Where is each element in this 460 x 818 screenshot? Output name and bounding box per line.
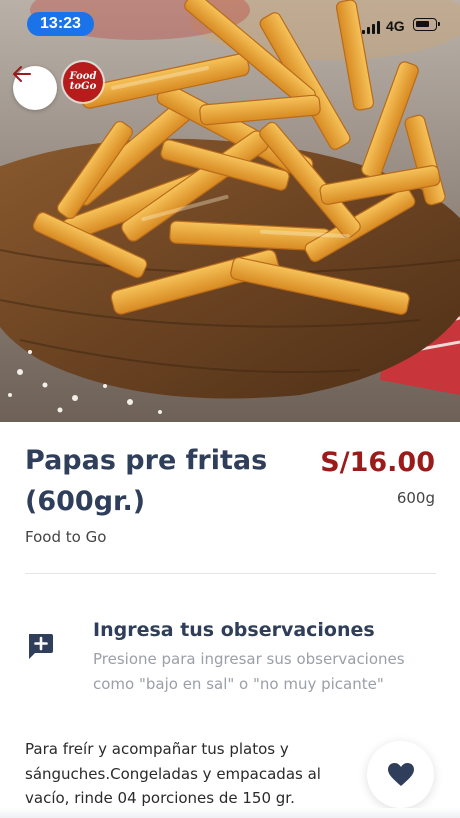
product-price: S/16.00 xyxy=(320,447,435,478)
battery-icon xyxy=(413,18,440,31)
product-brand: Food to Go xyxy=(25,528,107,546)
product-title: Papas pre fritas (600gr.) xyxy=(25,445,268,517)
product-photo: 13:23 4G Food toGo xyxy=(0,0,460,422)
divider xyxy=(25,573,436,574)
signal-icon xyxy=(362,20,382,34)
add-comment-icon xyxy=(29,634,53,659)
observations-title: Ingresa tus observaciones xyxy=(93,619,375,641)
back-button[interactable] xyxy=(13,66,57,110)
network-type: 4G xyxy=(386,18,405,34)
heart-icon xyxy=(387,763,414,786)
status-time: 13:23 xyxy=(27,12,94,36)
product-weight: 600g xyxy=(396,489,435,507)
arrow-left-icon xyxy=(13,66,31,82)
food-to-go-logo: Food toGo xyxy=(63,62,103,102)
observations-button[interactable]: Ingresa tus observaciones Presione para … xyxy=(22,612,422,722)
observations-hint: Presione para ingresar sus observaciones… xyxy=(93,650,405,693)
product-description: Para freír y acompañar tus platos y sáng… xyxy=(25,740,321,807)
favorite-button[interactable] xyxy=(367,741,434,808)
status-bar: 13:23 4G xyxy=(0,0,460,46)
bottom-edge xyxy=(0,808,460,818)
logo-text-line2: toGo xyxy=(69,81,97,92)
